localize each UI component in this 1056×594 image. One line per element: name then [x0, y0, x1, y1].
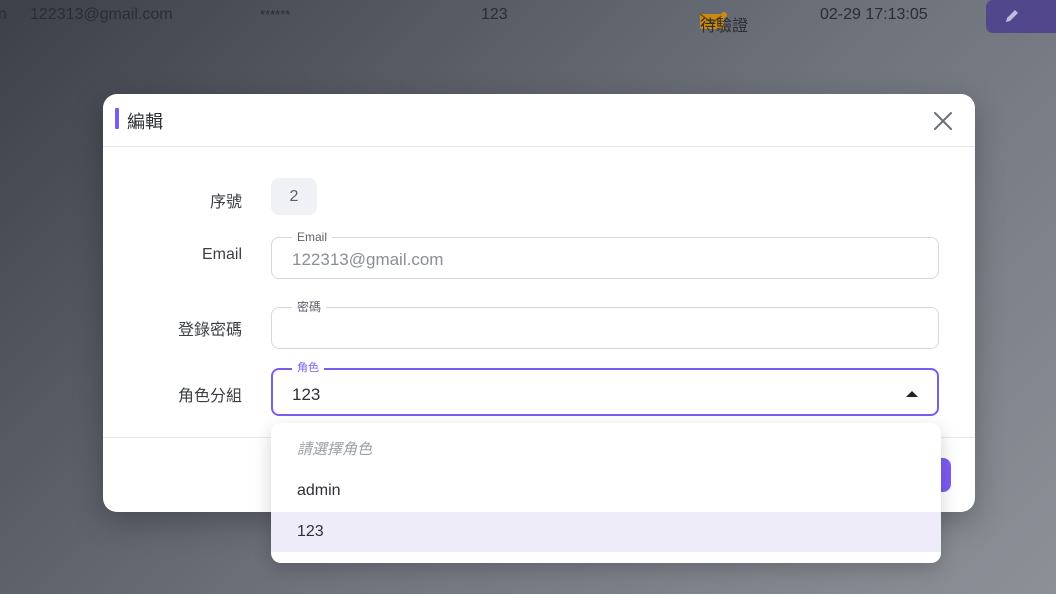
row-password-mask: ******	[260, 7, 291, 22]
password-label: 登錄密碼	[177, 322, 242, 339]
role-select[interactable]: 角色 123	[271, 361, 939, 416]
row-status-text: 待驗證	[700, 18, 749, 35]
dialog-header: 編輯	[103, 94, 975, 147]
row-email: 122313@gmail.com	[30, 6, 173, 23]
close-icon	[934, 112, 952, 130]
email-value: 122313@gmail.com	[292, 250, 444, 269]
email-field[interactable]: Email 122313@gmail.com	[271, 230, 939, 279]
row-cut-text: n	[0, 6, 7, 23]
email-label: Email	[201, 246, 242, 263]
pencil-icon	[1006, 10, 1018, 22]
role-value: 123	[292, 385, 321, 404]
dropdown-option-123[interactable]: 123	[271, 512, 941, 552]
dialog-title: 編輯	[127, 112, 163, 132]
seq-label: 序號	[209, 194, 242, 211]
dropdown-option-placeholder[interactable]: 請選擇角色	[271, 430, 941, 470]
background-table-row: n 122313@gmail.com ****** 123 待驗證 02-29 …	[0, 0, 1056, 35]
password-legend: 密碼	[292, 300, 327, 314]
title-accent-bar	[115, 108, 119, 129]
seq-value: 2	[271, 178, 317, 215]
role-label: 角色分組	[177, 388, 242, 405]
row-role: 123	[481, 6, 508, 23]
caret-up-icon	[906, 391, 918, 397]
close-button[interactable]	[931, 109, 955, 133]
password-field[interactable]: 密碼	[271, 300, 939, 349]
role-dropdown-menu: 請選擇角色 admin 123	[271, 423, 941, 563]
row-edit-button[interactable]	[986, 0, 1056, 33]
row-datetime: 02-29 17:13:05	[820, 6, 928, 23]
dropdown-option-admin[interactable]: admin	[271, 471, 941, 511]
role-legend: 角色	[292, 361, 324, 375]
email-legend: Email	[292, 230, 333, 244]
